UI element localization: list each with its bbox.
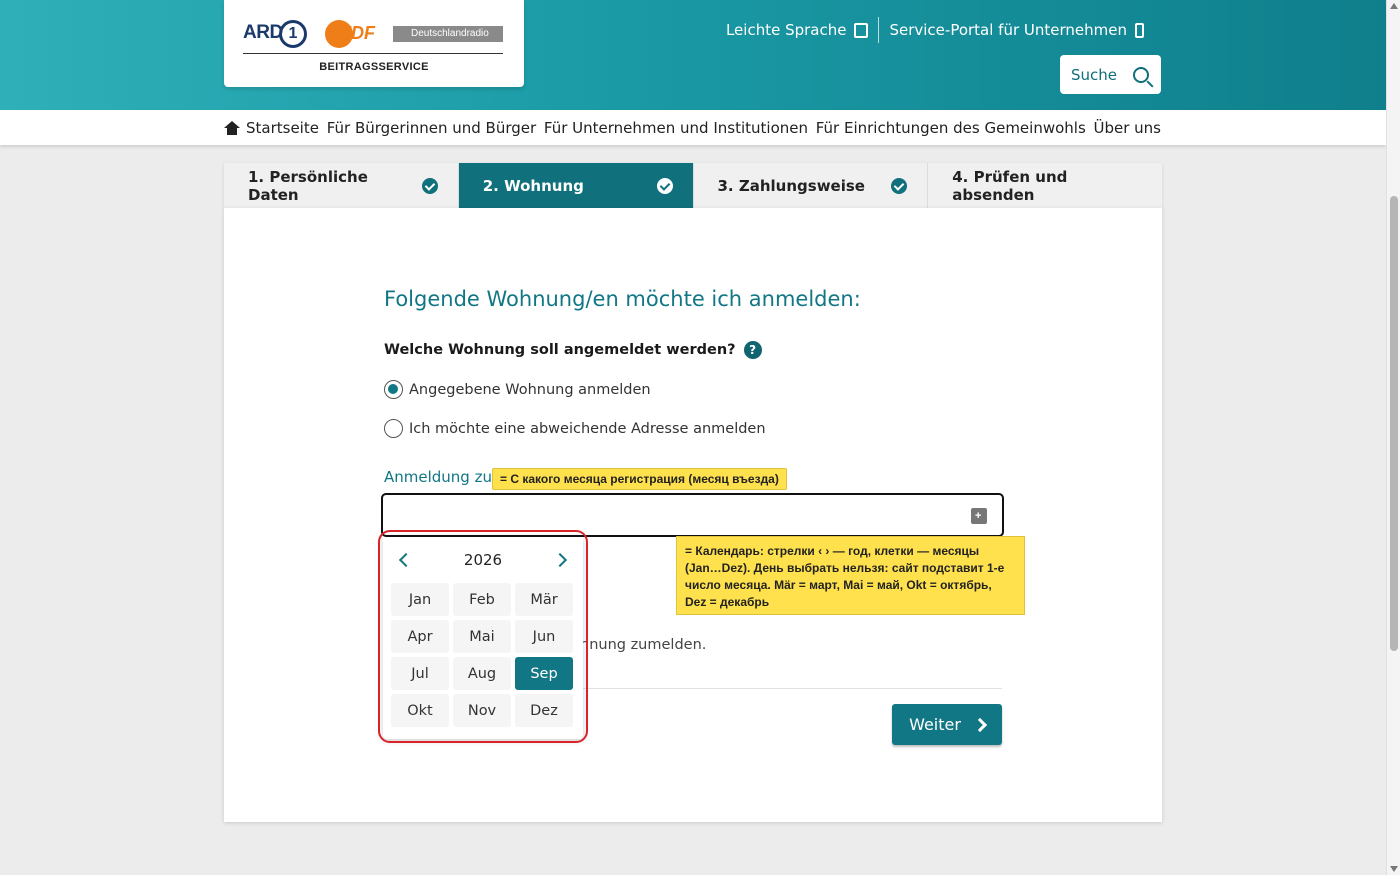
nav-about[interactable]: Über uns	[1094, 119, 1162, 137]
deutschlandradio-logo: Deutschlandradio	[393, 26, 503, 42]
month-cell[interactable]: Nov	[453, 694, 511, 727]
nav-home[interactable]: Startseite	[224, 119, 319, 137]
external-door-icon	[1135, 22, 1144, 38]
apartment-question: Welche Wohnung soll angemeldet werden? ?	[384, 341, 762, 359]
checkmark-icon	[421, 177, 438, 194]
annotation-note-calendar: = Календарь: стрелки ‹ › — год, клетки —…	[676, 536, 1025, 615]
ard-one-logo: 1	[279, 20, 307, 48]
business-portal-link[interactable]: Service-Portal für Unternehmen	[889, 21, 1144, 39]
registration-date-input[interactable]	[381, 493, 1004, 537]
radio-given-apartment[interactable]: Angegebene Wohnung anmelden	[384, 380, 651, 399]
step-label: 4. Prüfen und absenden	[952, 167, 1068, 204]
step-label: 3. Zahlungsweise	[717, 176, 865, 195]
help-icon[interactable]: ?	[743, 341, 762, 359]
next-button-label: Weiter	[909, 715, 961, 734]
radio-label: Angegebene Wohnung anmelden	[409, 381, 651, 398]
site-header: ARD 1 ZDF Deutschlandradio BEITRAGSSERVI…	[0, 0, 1386, 110]
header-links: Leichte Sprache Service-Portal für Unter…	[726, 17, 1144, 43]
registration-date-label: Anmeldung zu	[384, 468, 492, 486]
month-cell[interactable]: Feb	[453, 583, 511, 616]
page-title: Folgende Wohnung/en möchte ich anmelden:	[384, 287, 861, 311]
logo-divider	[243, 53, 503, 54]
step-review: 4. Prüfen und absenden	[928, 163, 1162, 208]
zdf-logo: ZDF	[340, 23, 375, 43]
header-links-separator	[878, 17, 880, 43]
nav-nonprofit[interactable]: Für Einrichtungen des Gemeinwohls	[816, 119, 1086, 137]
radio-label: Ich möchte eine abweichende Adresse anme…	[409, 420, 766, 437]
scrollbar-thumb[interactable]	[1390, 196, 1398, 651]
hint-text: hnung zumelden.	[580, 637, 707, 653]
nav-home-label: Startseite	[246, 118, 319, 137]
question-label: Welche Wohnung soll angemeldet werden?	[384, 342, 736, 358]
easy-language-label: Leichte Sprache	[725, 21, 847, 39]
month-cell[interactable]: Aug	[453, 657, 511, 690]
month-cell[interactable]: Okt	[391, 694, 449, 727]
month-cell[interactable]: Jun	[515, 620, 573, 653]
checkmark-icon	[891, 177, 908, 194]
chevron-right-icon	[972, 717, 988, 732]
ard-logo: ARD	[243, 22, 283, 43]
step-label: 1. Persönliche Daten	[248, 167, 368, 204]
search-icon	[1133, 66, 1150, 83]
month-cell-selected[interactable]: Sep	[515, 657, 573, 690]
month-cell[interactable]: Apr	[391, 620, 449, 653]
month-grid: Jan Feb Mär Apr Mai Jun Jul Aug Sep Okt …	[391, 583, 576, 727]
book-icon	[854, 22, 869, 38]
annotation-note-month: = С какого месяца регистрация (месяц въе…	[492, 468, 787, 490]
calendar-icon[interactable]	[971, 508, 987, 524]
step-apartment[interactable]: 2. Wohnung	[458, 163, 694, 208]
search-label: Suche	[1071, 65, 1118, 84]
step-payment[interactable]: 3. Zahlungsweise	[694, 163, 929, 208]
next-button[interactable]: Weiter	[892, 704, 1002, 745]
next-year-icon[interactable]	[552, 552, 568, 568]
page-scrollbar[interactable]	[1386, 0, 1400, 875]
radio-button-checked[interactable]	[384, 380, 403, 399]
month-cell[interactable]: Mai	[453, 620, 511, 653]
nav-companies[interactable]: Für Unternehmen und Institutionen	[544, 119, 808, 137]
main-navigation: Startseite Für Bürgerinnen und Bürger Fü…	[0, 110, 1386, 145]
month-cell[interactable]: Jul	[391, 657, 449, 690]
month-cell[interactable]: Mär	[515, 583, 573, 616]
month-cell[interactable]: Jan	[391, 583, 449, 616]
progress-stepper: 1. Persönliche Daten 2. Wohnung 3. Zahlu…	[224, 163, 1162, 208]
radio-button-unchecked[interactable]	[384, 419, 403, 438]
month-picker-header: 2026	[383, 547, 583, 573]
step-label: 2. Wohnung	[482, 176, 584, 195]
easy-language-link[interactable]: Leichte Sprache	[726, 21, 869, 39]
nav-citizens[interactable]: Für Bürgerinnen und Bürger	[327, 119, 536, 137]
checkmark-icon	[656, 177, 673, 194]
month-cell[interactable]: Dez	[515, 694, 573, 727]
home-icon	[224, 120, 240, 135]
scroll-up-arrow-icon[interactable]	[1390, 3, 1398, 9]
radio-other-address[interactable]: Ich möchte eine abweichende Adresse anme…	[384, 419, 766, 438]
step-personal-data[interactable]: 1. Persönliche Daten	[224, 163, 459, 208]
business-portal-label: Service-Portal für Unternehmen	[889, 21, 1127, 39]
month-picker: 2026 Jan Feb Mär Apr Mai Jun Jul Aug Sep…	[383, 537, 583, 739]
scroll-down-arrow-icon[interactable]	[1390, 866, 1398, 872]
previous-year-icon[interactable]	[398, 552, 414, 568]
brand-logo[interactable]: ARD 1 ZDF Deutschlandradio BEITRAGSSERVI…	[224, 0, 524, 87]
beitragsservice-label: BEITRAGSSERVICE	[319, 61, 429, 73]
search-button[interactable]: Suche	[1060, 55, 1161, 94]
picker-year: 2026	[463, 551, 503, 569]
